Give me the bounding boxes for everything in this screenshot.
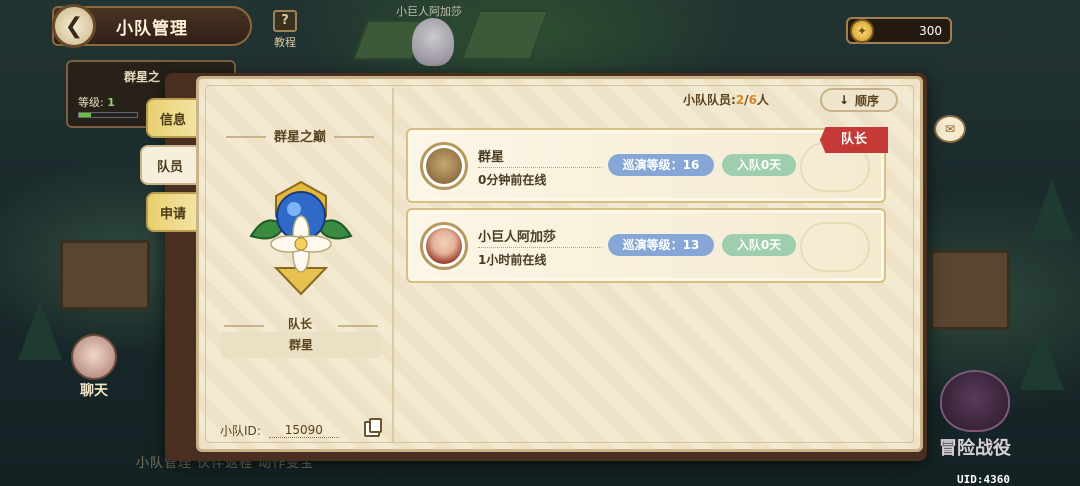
tab-apply[interactable]: 申请 xyxy=(146,192,198,232)
copy-icon[interactable] xyxy=(364,418,382,437)
member-days-badge: 入队0天 xyxy=(722,154,796,176)
tab-members-label: 队员 xyxy=(156,159,183,175)
bg-level-label: 等级: xyxy=(78,96,104,109)
team-id-row: 小队ID: 15090 xyxy=(220,422,339,439)
team-name: 群星之巅 xyxy=(273,130,326,145)
question-icon: ? xyxy=(273,10,297,32)
bg-level-bar xyxy=(78,112,138,118)
member-count-current: 2 xyxy=(735,93,745,107)
scene-tree xyxy=(18,300,62,360)
team-emblem-icon xyxy=(249,180,353,296)
coin-icon: ✦ xyxy=(850,19,874,43)
bg-team-name: 群星之 xyxy=(124,70,161,84)
member-count-label: 小队队员: xyxy=(683,93,736,107)
adventure-label: 冒险战役 xyxy=(939,438,1011,459)
adventure-button[interactable]: 冒险战役 xyxy=(920,370,1030,460)
member-avatar[interactable] xyxy=(420,222,468,270)
back-button[interactable]: ❮ xyxy=(52,4,96,48)
page-title: 小队管理 xyxy=(116,18,188,39)
member-count: 小队队员:2/6人 xyxy=(683,91,769,108)
member-online-status: 1小时前在线 xyxy=(478,247,602,268)
leader-ribbon: 队长 xyxy=(820,127,888,153)
leader-name: 群星 xyxy=(221,332,381,358)
member-avatar[interactable] xyxy=(420,142,468,190)
member-name: 小巨人阿加莎 xyxy=(478,230,557,245)
member-level-badge: 巡演等级：16 xyxy=(608,154,714,176)
tutorial-label: 教程 xyxy=(274,36,296,49)
sort-label: 顺序 xyxy=(855,93,880,108)
currency-display: ✦ 300 xyxy=(846,17,952,44)
team-id-label: 小队ID: xyxy=(220,424,261,438)
leader-label: 队长 xyxy=(287,317,312,331)
card-ornament xyxy=(800,222,870,272)
member-card[interactable]: 群星 0分钟前在线 巡演等级：16 入队0天 队长 xyxy=(406,127,888,203)
chat-button[interactable]: 聊天 xyxy=(66,334,122,400)
team-id-value: 15090 xyxy=(268,423,339,438)
bg-team-level: 等级: 1 xyxy=(78,94,115,110)
npc-character xyxy=(412,18,454,66)
arrow-down-icon: ↓ xyxy=(838,93,850,107)
scene-tile xyxy=(460,10,550,60)
scene-house xyxy=(930,250,1010,330)
tab-members[interactable]: 队员 xyxy=(140,145,198,185)
tab-info-label: 信息 xyxy=(159,112,186,128)
member-online-status: 0分钟前在线 xyxy=(478,167,602,188)
tutorial-button[interactable]: ? 教程 xyxy=(270,10,300,50)
bg-level-value: 1 xyxy=(107,96,115,109)
chat-label: 聊天 xyxy=(80,383,108,399)
member-count-unit: 人 xyxy=(756,93,769,107)
uid-label: UID:4360 xyxy=(957,473,1010,486)
team-info-column: 群星之巅 队长 群星 小队ID: 15090 xyxy=(206,88,394,442)
adventure-egg-icon xyxy=(940,370,1010,432)
scene-house xyxy=(60,240,150,310)
scene-tree xyxy=(1030,180,1074,240)
mail-icon[interactable]: ✉ xyxy=(934,115,966,143)
member-days-badge: 入队0天 xyxy=(722,234,796,256)
tab-info[interactable]: 信息 xyxy=(146,98,198,138)
chat-avatar-icon xyxy=(71,334,117,380)
sort-button[interactable]: ↓ 顺序 xyxy=(820,88,898,112)
currency-value: 300 xyxy=(919,23,942,38)
member-name: 群星 xyxy=(478,150,505,165)
member-count-total: 6 xyxy=(748,93,757,107)
tab-apply-label: 申请 xyxy=(159,206,186,222)
npc-name-label: 小巨人阿加莎 xyxy=(396,5,462,18)
arrow-left-icon: ❮ xyxy=(64,13,84,39)
member-card[interactable]: 小巨人阿加莎 1小时前在线 巡演等级：13 入队0天 xyxy=(406,208,886,283)
member-level-badge: 巡演等级：13 xyxy=(608,234,714,256)
